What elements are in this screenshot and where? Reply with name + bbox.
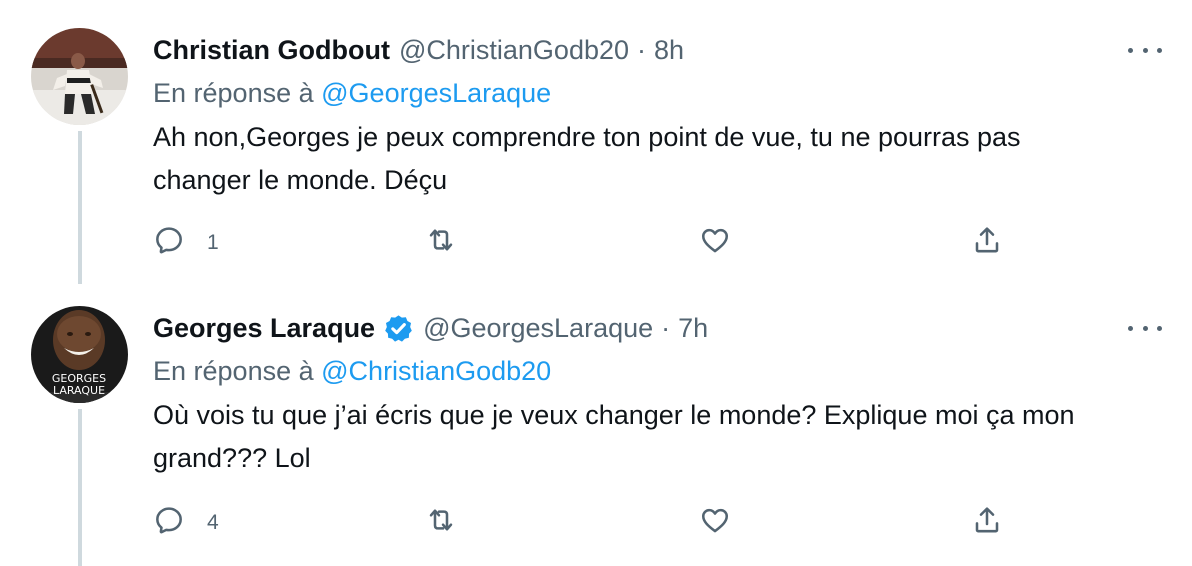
avatar[interactable]: GEORGES LARAQUE bbox=[31, 306, 128, 403]
more-dot bbox=[1128, 47, 1133, 53]
reply-prefix: En réponse à bbox=[153, 78, 314, 108]
avatar-text: LARAQUE bbox=[53, 384, 105, 397]
more-dot bbox=[1157, 325, 1162, 331]
reply-button[interactable]: 4 bbox=[153, 503, 219, 537]
tweet-timestamp[interactable]: 7h bbox=[678, 308, 708, 348]
reply-mention-link[interactable]: @ChristianGodb20 bbox=[321, 356, 551, 386]
share-icon bbox=[975, 507, 999, 533]
share-button[interactable] bbox=[971, 503, 1003, 537]
thread-connector-line bbox=[78, 131, 82, 284]
reply-count: 4 bbox=[207, 511, 219, 534]
like-button[interactable] bbox=[699, 223, 731, 257]
tweet-text-line: grand??? Lol bbox=[153, 443, 311, 473]
more-dots-icon[interactable] bbox=[1128, 316, 1162, 340]
avatar-photo: GEORGES LARAQUE bbox=[31, 306, 128, 403]
tweet[interactable]: GEORGES LARAQUE Georges Laraque @Georges… bbox=[0, 284, 1192, 566]
author-name[interactable]: Christian Godbout bbox=[153, 30, 390, 70]
share-button[interactable] bbox=[971, 223, 1003, 257]
more-dots-icon[interactable] bbox=[1128, 38, 1162, 62]
heart-icon bbox=[702, 228, 728, 253]
tweet-header: Georges Laraque @GeorgesLaraque · 7h bbox=[153, 308, 708, 348]
reply-mention-link[interactable]: @GeorgesLaraque bbox=[321, 78, 551, 108]
retweet-button[interactable] bbox=[425, 223, 457, 257]
tweet[interactable]: Christian Godbout @ChristianGodb20 · 8h … bbox=[0, 0, 1192, 284]
reply-button[interactable]: 1 bbox=[153, 223, 219, 257]
more-dot bbox=[1128, 325, 1133, 331]
more-dot bbox=[1142, 47, 1148, 53]
tweet-text-line: Ah non,Georges je peux comprendre ton po… bbox=[153, 122, 1021, 152]
tweet-header: Christian Godbout @ChristianGodb20 · 8h bbox=[153, 30, 684, 70]
reply-prefix: En réponse à bbox=[153, 356, 314, 386]
tweet-timestamp[interactable]: 8h bbox=[654, 30, 684, 70]
more-dot bbox=[1157, 47, 1162, 53]
reply-icon bbox=[156, 227, 182, 254]
reply-context: En réponse à @GeorgesLaraque bbox=[153, 74, 551, 112]
separator-dot: · bbox=[661, 313, 671, 343]
tweet-actions: 4 bbox=[153, 503, 1003, 537]
author-handle[interactable]: @GeorgesLaraque bbox=[423, 308, 653, 348]
share-icon bbox=[975, 227, 999, 253]
tweet-text-line: Où vois tu que j’ai écris que je veux ch… bbox=[153, 400, 1075, 430]
separator-dot: · bbox=[637, 35, 647, 65]
tweet-text-line: changer le monde. Déçu bbox=[153, 165, 448, 195]
more-dot bbox=[1142, 325, 1148, 331]
reply-count: 1 bbox=[207, 231, 219, 254]
avatar-photo bbox=[31, 28, 128, 125]
tweet-text: Ah non,Georges je peux comprendre ton po… bbox=[153, 116, 1163, 202]
tweet-text: Où vois tu que j’ai écris que je veux ch… bbox=[153, 394, 1163, 480]
tweet-thread: Christian Godbout @ChristianGodb20 · 8h … bbox=[0, 0, 1192, 566]
tweet-actions: 1 bbox=[153, 223, 1003, 257]
retweet-button[interactable] bbox=[425, 503, 457, 537]
verified-badge-icon[interactable] bbox=[383, 313, 414, 344]
retweet-icon bbox=[429, 229, 453, 251]
thread-connector-line bbox=[78, 409, 82, 566]
reply-context: En réponse à @ChristianGodb20 bbox=[153, 352, 551, 390]
retweet-icon bbox=[429, 509, 453, 531]
like-button[interactable] bbox=[699, 503, 731, 537]
author-handle[interactable]: @ChristianGodb20 bbox=[399, 30, 629, 70]
author-name[interactable]: Georges Laraque bbox=[153, 308, 375, 348]
heart-icon bbox=[702, 508, 728, 533]
avatar[interactable] bbox=[31, 28, 128, 125]
reply-icon bbox=[156, 507, 182, 534]
